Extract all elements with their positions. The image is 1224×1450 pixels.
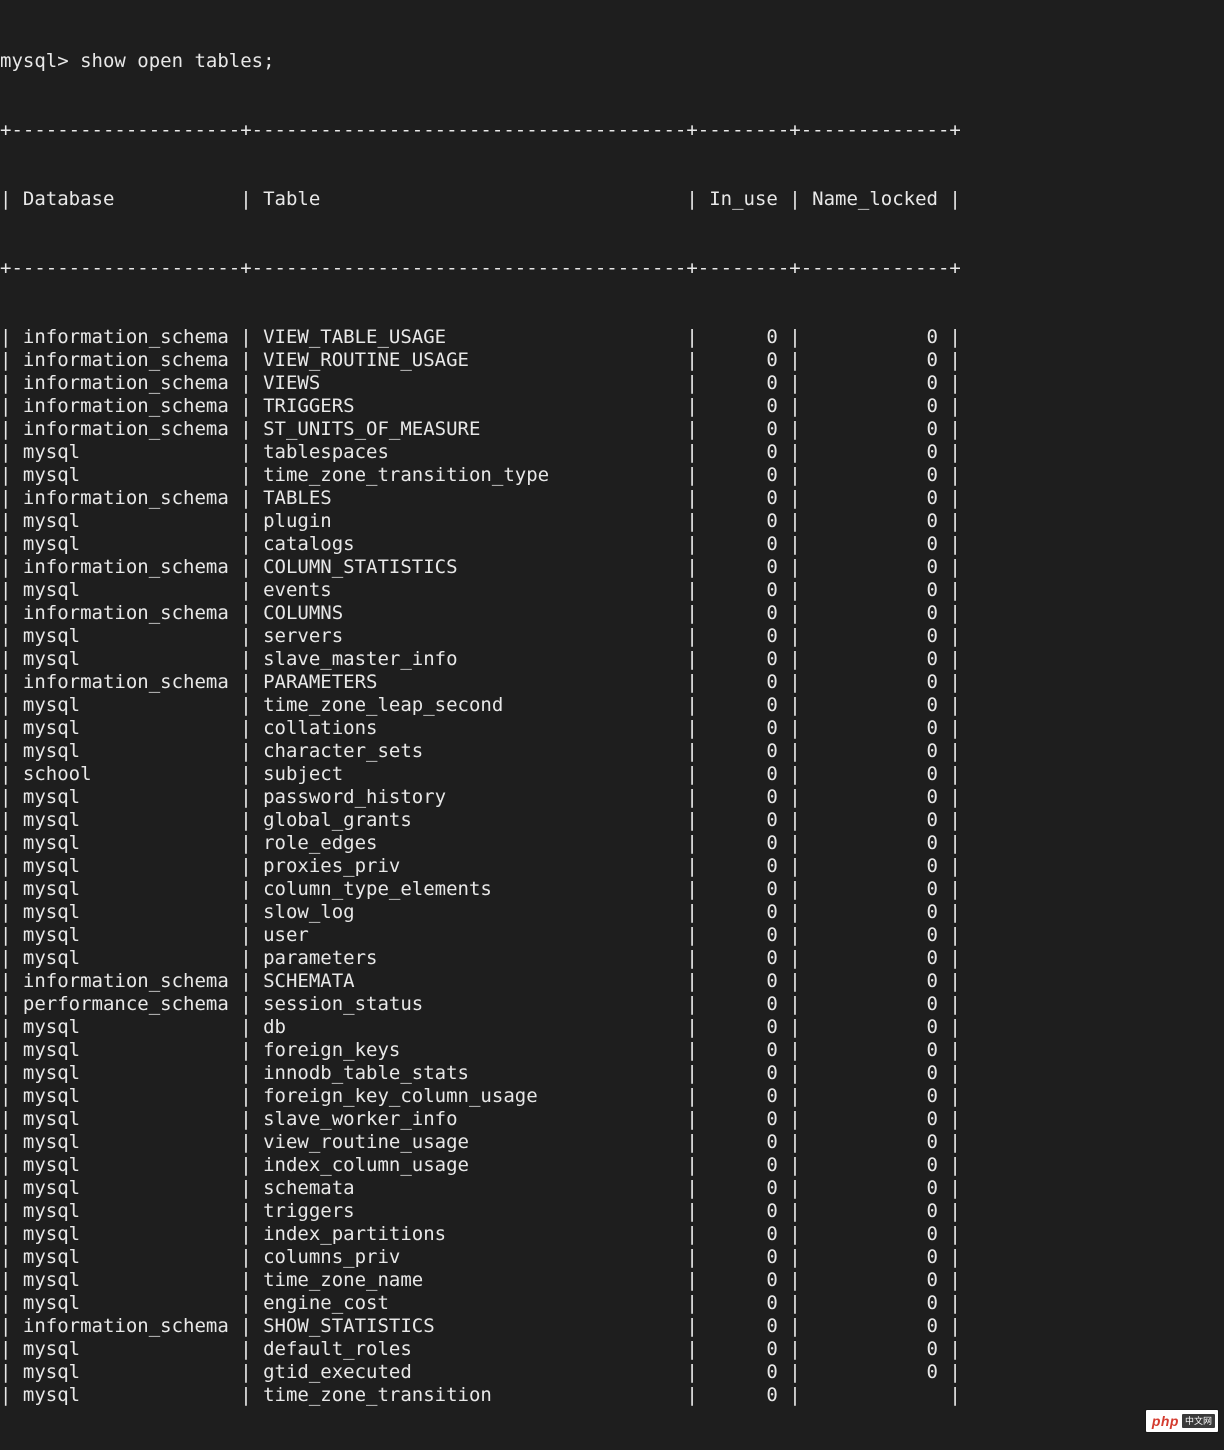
table-row: | mysql | collations | 0 | 0 | bbox=[0, 717, 1224, 740]
table-row: | information_schema | COLUMN_STATISTICS… bbox=[0, 556, 1224, 579]
table-row: | information_schema | VIEW_TABLE_USAGE … bbox=[0, 326, 1224, 349]
table-row: | mysql | default_roles | 0 | 0 | bbox=[0, 1338, 1224, 1361]
watermark-badge: php 中文网 bbox=[1146, 1410, 1218, 1432]
table-row: | mysql | columns_priv | 0 | 0 | bbox=[0, 1246, 1224, 1269]
table-row: | mysql | gtid_executed | 0 | 0 | bbox=[0, 1361, 1224, 1384]
table-row: | mysql | proxies_priv | 0 | 0 | bbox=[0, 855, 1224, 878]
table-row: | mysql | time_zone_leap_second | 0 | 0 … bbox=[0, 694, 1224, 717]
table-row: | mysql | time_zone_name | 0 | 0 | bbox=[0, 1269, 1224, 1292]
table-row: | mysql | column_type_elements | 0 | 0 | bbox=[0, 878, 1224, 901]
table-row: | mysql | user | 0 | 0 | bbox=[0, 924, 1224, 947]
terminal-output: mysql> show open tables; +--------------… bbox=[0, 0, 1224, 1450]
watermark-text: php bbox=[1146, 1410, 1182, 1432]
table-row: | information_schema | SHOW_STATISTICS |… bbox=[0, 1315, 1224, 1338]
table-row: | mysql | character_sets | 0 | 0 | bbox=[0, 740, 1224, 763]
watermark-tag: 中文网 bbox=[1182, 1414, 1215, 1428]
table-row: | mysql | catalogs | 0 | 0 | bbox=[0, 533, 1224, 556]
table-row: | mysql | servers | 0 | 0 | bbox=[0, 625, 1224, 648]
table-row: | mysql | role_edges | 0 | 0 | bbox=[0, 832, 1224, 855]
table-row: | information_schema | VIEW_ROUTINE_USAG… bbox=[0, 349, 1224, 372]
table-header-row: | Database | Table | In_use | Name_locke… bbox=[0, 188, 1224, 211]
table-row: | mysql | foreign_keys | 0 | 0 | bbox=[0, 1039, 1224, 1062]
table-row: | mysql | global_grants | 0 | 0 | bbox=[0, 809, 1224, 832]
command-text: show open tables; bbox=[80, 50, 274, 72]
table-row: | mysql | slow_log | 0 | 0 | bbox=[0, 901, 1224, 924]
table-row: | mysql | db | 0 | 0 | bbox=[0, 1016, 1224, 1039]
table-row: | mysql | engine_cost | 0 | 0 | bbox=[0, 1292, 1224, 1315]
table-row: | mysql | slave_worker_info | 0 | 0 | bbox=[0, 1108, 1224, 1131]
table-row: | mysql | events | 0 | 0 | bbox=[0, 579, 1224, 602]
table-row: | mysql | plugin | 0 | 0 | bbox=[0, 510, 1224, 533]
table-body: | information_schema | VIEW_TABLE_USAGE … bbox=[0, 326, 1224, 1407]
table-row: | mysql | time_zone_transition_type | 0 … bbox=[0, 464, 1224, 487]
table-row: | information_schema | ST_UNITS_OF_MEASU… bbox=[0, 418, 1224, 441]
prompt-prefix: mysql> bbox=[0, 50, 80, 72]
table-row: | school | subject | 0 | 0 | bbox=[0, 763, 1224, 786]
table-row: | mysql | index_partitions | 0 | 0 | bbox=[0, 1223, 1224, 1246]
table-row: | information_schema | PARAMETERS | 0 | … bbox=[0, 671, 1224, 694]
table-row: | mysql | triggers | 0 | 0 | bbox=[0, 1200, 1224, 1223]
table-border-mid: +--------------------+------------------… bbox=[0, 257, 1224, 280]
table-row: | information_schema | TRIGGERS | 0 | 0 … bbox=[0, 395, 1224, 418]
table-row: | mysql | foreign_key_column_usage | 0 |… bbox=[0, 1085, 1224, 1108]
prompt-line[interactable]: mysql> show open tables; bbox=[0, 50, 1224, 73]
table-row: | information_schema | VIEWS | 0 | 0 | bbox=[0, 372, 1224, 395]
table-row: | information_schema | TABLES | 0 | 0 | bbox=[0, 487, 1224, 510]
table-row: | mysql | tablespaces | 0 | 0 | bbox=[0, 441, 1224, 464]
table-row: | mysql | innodb_table_stats | 0 | 0 | bbox=[0, 1062, 1224, 1085]
table-row: | mysql | view_routine_usage | 0 | 0 | bbox=[0, 1131, 1224, 1154]
table-row: | performance_schema | session_status | … bbox=[0, 993, 1224, 1016]
table-row: | mysql | time_zone_transition | 0 | | bbox=[0, 1384, 1224, 1407]
table-row: | mysql | password_history | 0 | 0 | bbox=[0, 786, 1224, 809]
table-border-top: +--------------------+------------------… bbox=[0, 119, 1224, 142]
table-row: | information_schema | SCHEMATA | 0 | 0 … bbox=[0, 970, 1224, 993]
table-row: | mysql | schemata | 0 | 0 | bbox=[0, 1177, 1224, 1200]
table-row: | information_schema | COLUMNS | 0 | 0 | bbox=[0, 602, 1224, 625]
table-row: | mysql | index_column_usage | 0 | 0 | bbox=[0, 1154, 1224, 1177]
table-row: | mysql | parameters | 0 | 0 | bbox=[0, 947, 1224, 970]
table-row: | mysql | slave_master_info | 0 | 0 | bbox=[0, 648, 1224, 671]
